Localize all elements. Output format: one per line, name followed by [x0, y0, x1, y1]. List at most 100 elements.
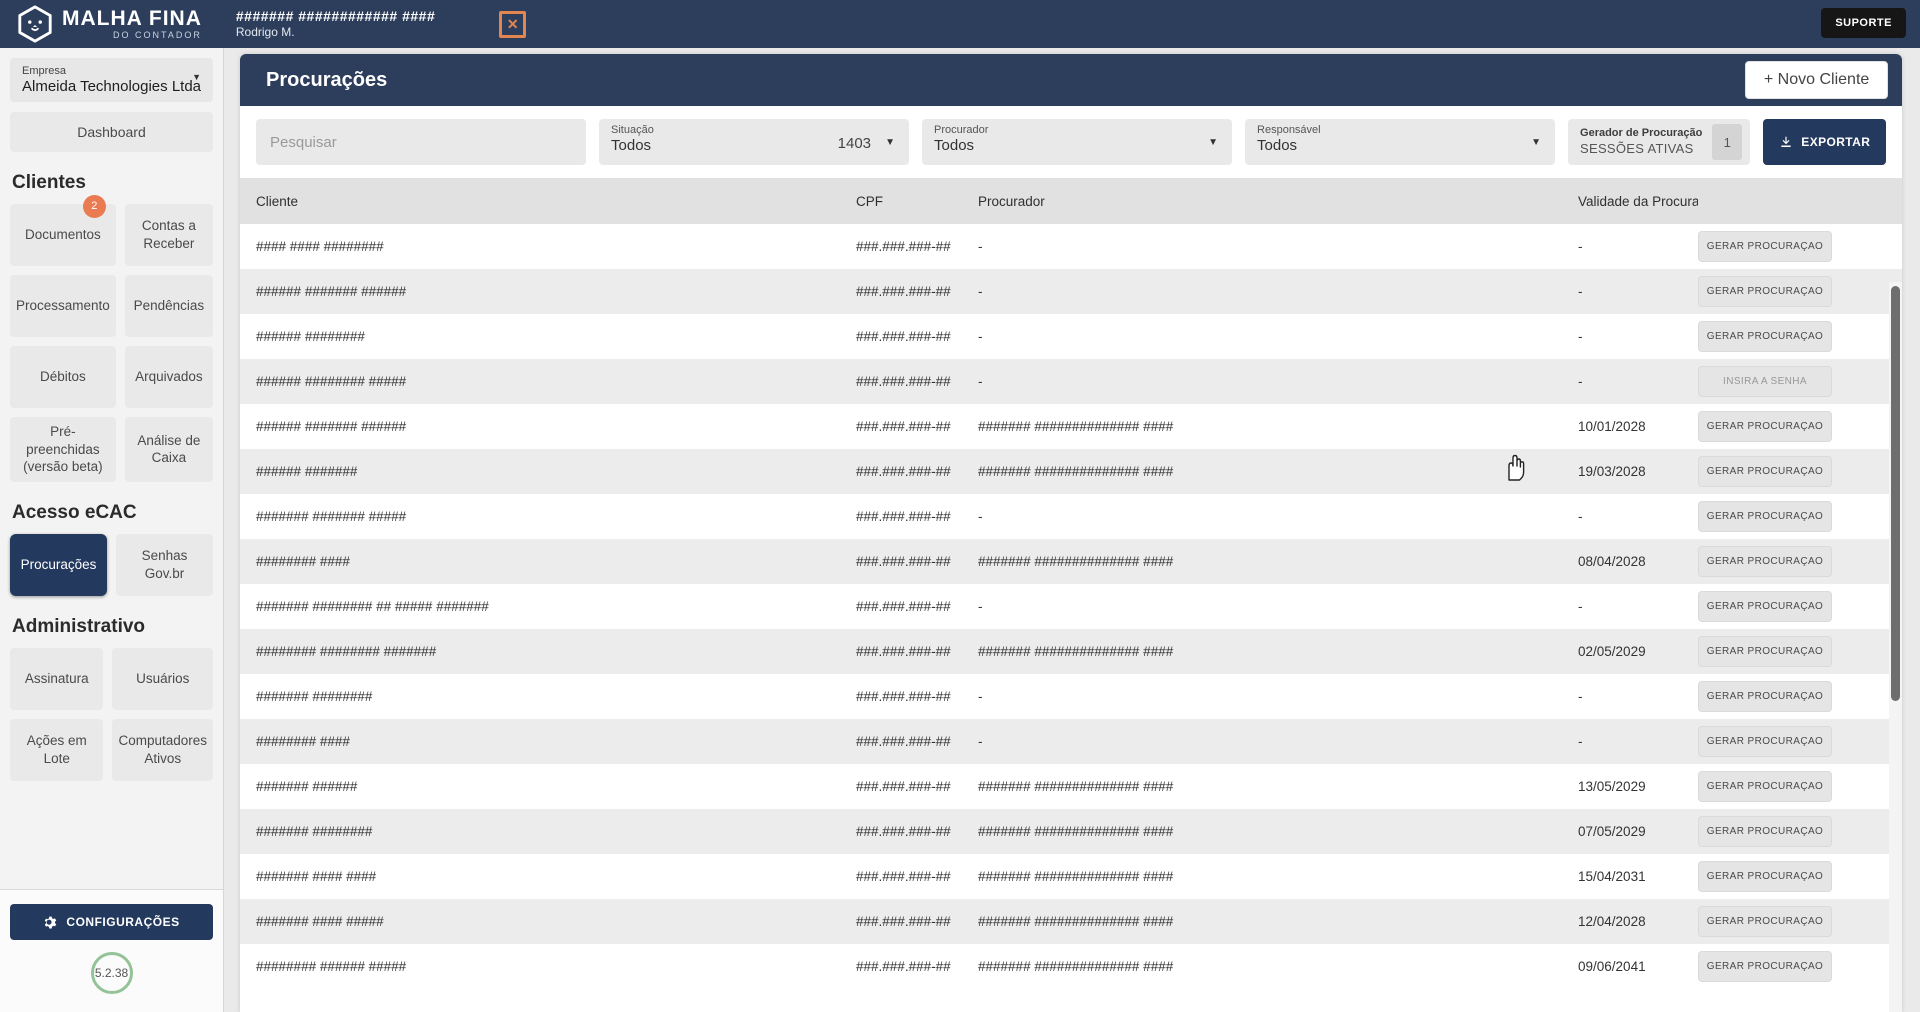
cell-procurador: ####### ############## ####: [978, 959, 1578, 974]
sidebar-button-grid: ProcuraçõesSenhas Gov.br: [10, 534, 213, 596]
chevron-down-icon: ▼: [192, 72, 201, 82]
sidebar-item-acoes-em-lote[interactable]: Ações em Lote: [10, 719, 103, 781]
situacao-select[interactable]: Situação Todos 1403 ▼: [599, 119, 909, 165]
procurador-select[interactable]: Procurador Todos ▼: [922, 119, 1232, 165]
cell-cliente: ###### ########: [256, 329, 856, 344]
settings-button[interactable]: CONFIGURAÇÕES: [10, 904, 213, 940]
gerar-procuracao-button[interactable]: GERAR PROCURAÇAO: [1698, 951, 1832, 982]
new-client-button[interactable]: + Novo Cliente: [1745, 61, 1888, 99]
cell-procurador: ####### ############## ####: [978, 914, 1578, 929]
sidebar-item-procuracoes[interactable]: Procurações: [10, 534, 107, 596]
col-header-cliente: Cliente: [256, 194, 856, 209]
sidebar-item-pre-preenchidas-versao-beta[interactable]: Pré-preenchidas (versão beta): [10, 417, 116, 482]
gerar-procuracao-button[interactable]: GERAR PROCURAÇAO: [1698, 681, 1832, 712]
cell-procurador: ####### ############## ####: [978, 419, 1578, 434]
cell-procurador: ####### ############## ####: [978, 779, 1578, 794]
sidebar-item-dashboard[interactable]: Dashboard: [10, 112, 213, 152]
gerar-procuracao-button[interactable]: GERAR PROCURAÇAO: [1698, 321, 1832, 352]
sessoes-ativas-label: SESSÕES ATIVAS: [1580, 141, 1702, 158]
sidebar-item-computadores-ativos[interactable]: Computadores Ativos: [112, 719, 213, 781]
cell-actions: GERAR PROCURAÇAO: [1698, 726, 1840, 757]
certificate-missing-icon[interactable]: ✕: [499, 11, 526, 38]
sidebar-item-pendencias[interactable]: Pendências: [125, 275, 213, 337]
gerar-procuracao-button[interactable]: GERAR PROCURAÇAO: [1698, 501, 1832, 532]
sidebar: Empresa Almeida Technologies Ltda ▼ Dash…: [0, 48, 224, 1012]
cell-cliente: ###### ######## #####: [256, 374, 856, 389]
col-header-procurador: Procurador: [978, 194, 1578, 209]
company-select[interactable]: Empresa Almeida Technologies Ltda ▼: [10, 58, 213, 102]
cell-cliente: ######## ###### #####: [256, 959, 856, 974]
export-button[interactable]: EXPORTAR: [1763, 119, 1886, 165]
table-row: ####### ####### ########.###.###-##--GER…: [240, 494, 1902, 539]
responsavel-label: Responsável: [1257, 124, 1543, 136]
sidebar-item-assinatura[interactable]: Assinatura: [10, 648, 103, 710]
cell-procurador: -: [978, 734, 1578, 749]
cell-actions: GERAR PROCURAÇAO: [1698, 321, 1840, 352]
cell-actions: INSIRA A SENHA: [1698, 366, 1840, 397]
sidebar-item-debitos[interactable]: Débitos: [10, 346, 116, 408]
cell-validade: -: [1578, 689, 1698, 704]
sidebar-item-usuarios[interactable]: Usuários: [112, 648, 213, 710]
sidebar-item-arquivados[interactable]: Arquivados: [125, 346, 213, 408]
table-row: ######## ###### ########.###.###-#######…: [240, 944, 1902, 989]
table-row: ###### ####### #########.###.###-#######…: [240, 404, 1902, 449]
gerar-procuracao-button[interactable]: GERAR PROCURAÇAO: [1698, 636, 1832, 667]
user-name: Rodrigo M.: [236, 25, 435, 40]
gerar-procuracao-button[interactable]: GERAR PROCURAÇAO: [1698, 861, 1832, 892]
gear-icon: [43, 915, 58, 930]
cell-cpf: ###.###.###-##: [856, 284, 978, 299]
sidebar-item-senhas-gov-br[interactable]: Senhas Gov.br: [116, 534, 213, 596]
logo-text: MALHA FINA DO CONTADOR: [62, 8, 202, 40]
sidebar-item-analise-de-caixa[interactable]: Análise de Caixa: [125, 417, 213, 482]
company-select-label: Empresa: [22, 65, 201, 77]
sidebar-button-grid: AssinaturaUsuáriosAções em LoteComputado…: [10, 648, 213, 781]
vertical-scrollbar[interactable]: [1889, 282, 1902, 1012]
cell-actions: GERAR PROCURAÇAO: [1698, 591, 1840, 622]
gerar-procuracao-button[interactable]: GERAR PROCURAÇAO: [1698, 906, 1832, 937]
gerador-procuracao-status[interactable]: Gerador de Procuração SESSÕES ATIVAS 1: [1568, 119, 1750, 165]
search-input[interactable]: [256, 119, 586, 165]
cell-actions: GERAR PROCURAÇAO: [1698, 276, 1840, 307]
cell-cliente: ###### ####### ######: [256, 419, 856, 434]
support-button[interactable]: SUPORTE: [1821, 8, 1906, 38]
gerar-procuracao-button[interactable]: GERAR PROCURAÇAO: [1698, 726, 1832, 757]
app-logo[interactable]: MALHA FINA DO CONTADOR: [16, 5, 202, 43]
cell-cpf: ###.###.###-##: [856, 554, 978, 569]
gerar-procuracao-button[interactable]: GERAR PROCURAÇAO: [1698, 456, 1832, 487]
section-title: Clientes: [12, 172, 211, 194]
table-row: ###### ###########.###.###-##--GERAR PRO…: [240, 314, 1902, 359]
cell-validade: 08/04/2028: [1578, 554, 1698, 569]
sidebar-item-processamento[interactable]: Processamento: [10, 275, 116, 337]
cell-cliente: #### #### ########: [256, 239, 856, 254]
table-row: ###### ##########.###.###-######### ####…: [240, 449, 1902, 494]
cell-actions: GERAR PROCURAÇAO: [1698, 231, 1840, 262]
table-row: ####### ######## ## ##### ##########.###…: [240, 584, 1902, 629]
gerador-label: Gerador de Procuração: [1580, 126, 1702, 140]
gerar-procuracao-button[interactable]: GERAR PROCURAÇAO: [1698, 771, 1832, 802]
cell-validade: 15/04/2031: [1578, 869, 1698, 884]
gerar-procuracao-button[interactable]: GERAR PROCURAÇAO: [1698, 546, 1832, 577]
sidebar-button-grid: Documentos2Contas a ReceberProcessamento…: [10, 204, 213, 482]
account-info: ####### ############ #### Rodrigo M.: [236, 8, 435, 41]
cell-actions: GERAR PROCURAÇAO: [1698, 681, 1840, 712]
gerar-procuracao-button[interactable]: GERAR PROCURAÇAO: [1698, 231, 1832, 262]
gerar-procuracao-button[interactable]: GERAR PROCURAÇAO: [1698, 591, 1832, 622]
cell-actions: GERAR PROCURAÇAO: [1698, 456, 1840, 487]
cell-cpf: ###.###.###-##: [856, 734, 978, 749]
gerar-procuracao-button[interactable]: GERAR PROCURAÇAO: [1698, 276, 1832, 307]
sidebar-item-documentos[interactable]: Documentos2: [10, 204, 116, 266]
cell-actions: GERAR PROCURAÇAO: [1698, 816, 1840, 847]
section-title: Administrativo: [12, 616, 211, 638]
sidebar-item-contas-a-receber[interactable]: Contas a Receber: [125, 204, 213, 266]
cell-procurador: -: [978, 509, 1578, 524]
insira-senha-button[interactable]: INSIRA A SENHA: [1698, 366, 1832, 397]
table-body: #### #### ###########.###.###-##--GERAR …: [240, 224, 1902, 989]
gerar-procuracao-button[interactable]: GERAR PROCURAÇAO: [1698, 816, 1832, 847]
responsavel-select[interactable]: Responsável Todos ▼: [1245, 119, 1555, 165]
scrollbar-thumb[interactable]: [1891, 286, 1900, 701]
gerar-procuracao-button[interactable]: GERAR PROCURAÇAO: [1698, 411, 1832, 442]
cell-cpf: ###.###.###-##: [856, 689, 978, 704]
table-row: ####### #### #######.###.###-######### #…: [240, 854, 1902, 899]
cell-actions: GERAR PROCURAÇAO: [1698, 636, 1840, 667]
cell-cpf: ###.###.###-##: [856, 824, 978, 839]
